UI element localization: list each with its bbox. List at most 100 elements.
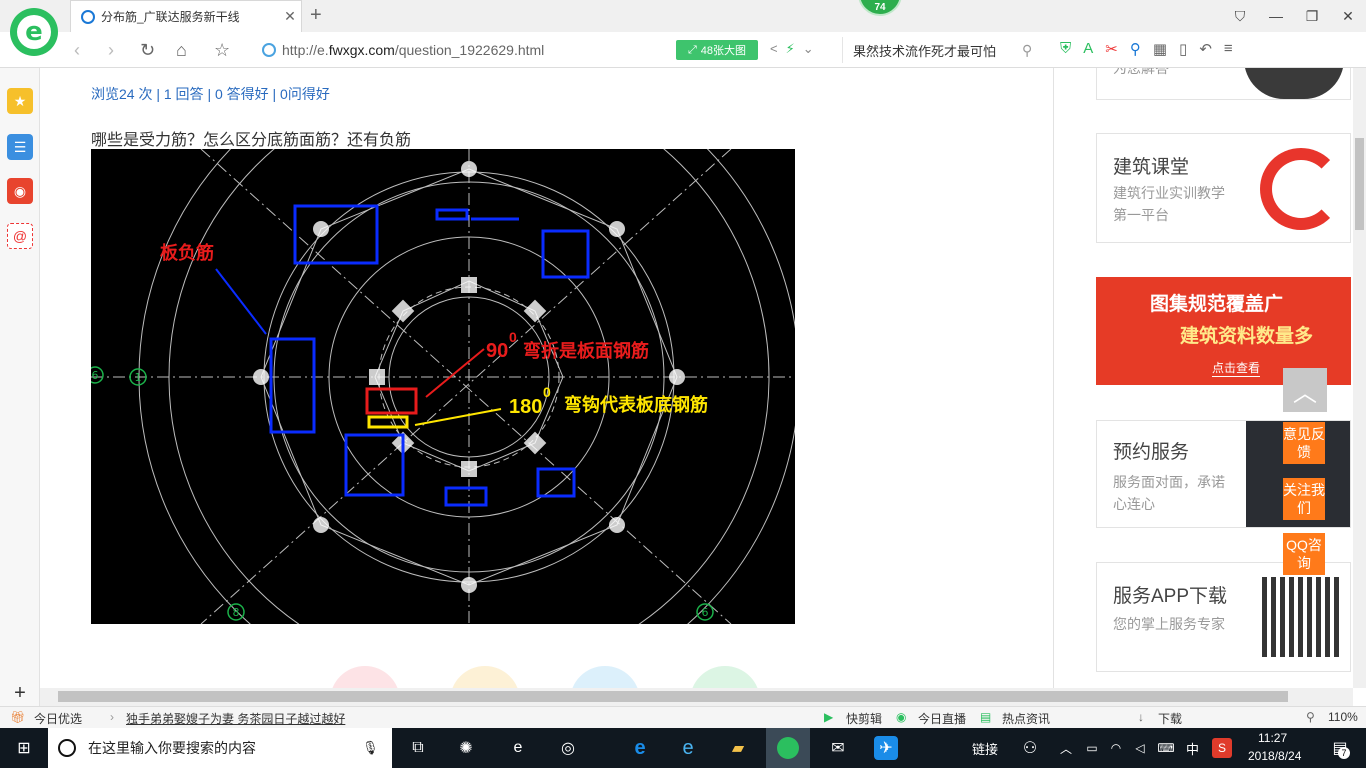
flight-app-icon[interactable]: ✈ <box>874 736 898 760</box>
share-circle-yellow[interactable] <box>450 666 520 688</box>
favorite-star-icon[interactable]: ☆ <box>214 40 230 61</box>
axis-label-1: 1 <box>135 371 142 384</box>
hot-news-link[interactable]: 热点资讯 <box>1002 710 1050 727</box>
chevron-down-icon[interactable]: ⌄ <box>803 41 814 57</box>
course-card[interactable]: 建筑课堂 建筑行业实训教学第一平台 <box>1096 133 1351 243</box>
horizontal-scrollbar[interactable] <box>40 688 1353 706</box>
taskbar-search[interactable]: 在这里输入你要搜索的内容 🎙︎ <box>48 728 392 768</box>
favorites-icon[interactable]: ★ <box>7 88 33 114</box>
vertical-scrollbar[interactable] <box>1353 68 1366 688</box>
menu-icon[interactable]: ≡ <box>1224 40 1233 58</box>
app-icon[interactable]: ◎ <box>556 736 580 760</box>
file-explorer-icon[interactable]: ▰ <box>726 736 750 760</box>
people-icon[interactable]: ⚇ <box>1018 736 1042 760</box>
label-90: 90 <box>486 340 508 362</box>
kuaijian-link[interactable]: 快剪辑 <box>846 710 882 727</box>
active-browser-icon[interactable] <box>766 728 810 768</box>
scroll-thumb[interactable] <box>58 691 1288 702</box>
feedback-button[interactable]: 意见反馈 <box>1283 422 1325 464</box>
news-headline-link[interactable]: 独手弟弟娶嫂子为妻 务茶园日子越过越好 <box>126 710 345 727</box>
back-to-top-button[interactable]: ︿ <box>1283 368 1327 412</box>
search-input[interactable]: 果然技术流作死才最可怕 <box>853 41 1022 60</box>
label-board-negative: 板负筋 <box>160 242 214 264</box>
share-circle-red[interactable] <box>330 666 400 688</box>
forward-icon[interactable]: › <box>108 40 114 61</box>
tray-chevron-icon[interactable]: ︿ <box>1054 736 1078 760</box>
undo-icon[interactable]: ↶ <box>1199 40 1212 58</box>
add-sidebar-button[interactable]: + <box>0 682 40 706</box>
question-stats[interactable]: 浏览24 次 | 1 回答 | 0 答得好 | 0问得好 <box>91 84 330 104</box>
volume-icon[interactable]: ◁ <box>1128 736 1152 760</box>
sogou-icon[interactable]: S <box>1212 738 1232 758</box>
browser-logo-icon[interactable]: e <box>10 8 58 56</box>
microphone-icon[interactable]: 🎙︎ <box>362 740 392 756</box>
translate-icon[interactable]: A <box>1083 40 1093 58</box>
task-view-icon[interactable]: ⧉ <box>406 736 430 760</box>
service-card-top[interactable]: 为您解答 <box>1096 68 1351 100</box>
news-arrow-icon: › <box>110 710 114 724</box>
links-label[interactable]: 链接 <box>972 739 998 758</box>
magnifier-icon[interactable]: ⚲ <box>1130 40 1141 58</box>
skin-icon[interactable]: ⛉ <box>1222 0 1258 32</box>
edge-icon[interactable]: e <box>628 736 652 760</box>
url-text: http://e.fwxgx.com/question_1922629.html <box>282 42 545 58</box>
big-image-button[interactable]: ⤢ 48张大图 <box>676 40 758 60</box>
clock-date[interactable]: 2018/8/24 <box>1248 749 1301 763</box>
share-icon[interactable]: < <box>770 41 778 57</box>
lightning-icon[interactable]: ⚡ <box>786 41 795 57</box>
scissors-icon[interactable]: ✂ <box>1105 40 1118 58</box>
banner-cta[interactable]: 点击查看 <box>1212 359 1261 377</box>
card-desc: 您的掌上服务专家 <box>1113 616 1225 632</box>
live-link[interactable]: 今日直播 <box>918 710 966 727</box>
follow-us-button[interactable]: 关注我们 <box>1283 478 1325 520</box>
email-icon[interactable]: @ <box>7 223 33 249</box>
windows-taskbar: ⊞ 在这里输入你要搜索的内容 🎙︎ ⧉ ✺ e ◎ e e ▰ ✉ ✈ 链接 ⚇… <box>0 728 1366 768</box>
clock-time[interactable]: 11:27 <box>1258 731 1287 745</box>
new-tab-button[interactable]: + <box>310 4 330 27</box>
ime-indicator[interactable]: 中 <box>1186 739 1199 758</box>
notification-badge[interactable]: 74 <box>858 0 902 16</box>
weibo-icon[interactable]: ◉ <box>7 178 33 204</box>
scroll-thumb[interactable] <box>1355 138 1364 230</box>
phone-icon[interactable]: ▯ <box>1179 40 1187 58</box>
taskbar-search-input[interactable]: 在这里输入你要搜索的内容 <box>88 738 362 758</box>
search-box[interactable]: 果然技术流作死才最可怕 ⚲ <box>842 37 1046 63</box>
back-icon[interactable]: ‹ <box>74 40 80 61</box>
windows-start-icon[interactable]: ⊞ <box>12 736 36 760</box>
pinwheel-icon[interactable]: ✺ <box>454 736 478 760</box>
shield-icon[interactable]: ⛨ <box>1060 40 1071 58</box>
card-title: 建筑课堂 <box>1113 157 1190 178</box>
ie-icon[interactable]: e <box>676 736 700 760</box>
axis-label-6: 6 <box>702 606 709 619</box>
browser-tab[interactable]: 分布筋_广联达服务新干线 ✕ <box>70 0 302 32</box>
download-link[interactable]: 下载 <box>1158 710 1182 727</box>
zoom-level[interactable]: 110% <box>1328 710 1358 724</box>
cad-drawing-svg: 1 8 6 6 板负筋 90 0 弯折是板面钢筋 180 0 弯钩代表板底钢筋 <box>86 68 800 688</box>
share-circle-green[interactable] <box>690 666 760 688</box>
close-window-button[interactable]: ✕ <box>1330 0 1366 32</box>
minimize-button[interactable]: — <box>1258 0 1294 32</box>
banner-title: 图集规范覆盖广 <box>1150 294 1284 315</box>
qq-consult-button[interactable]: QQ咨询 <box>1283 533 1325 575</box>
keyboard-icon[interactable]: ⌨ <box>1154 736 1178 760</box>
home-icon[interactable]: ⌂ <box>176 40 187 61</box>
today-picks-link[interactable]: 今日优选 <box>34 710 82 727</box>
share-circle-blue[interactable] <box>570 666 640 688</box>
live-icon: ◉ <box>896 710 907 724</box>
tab-close-button[interactable]: ✕ <box>279 8 301 25</box>
reading-list-icon[interactable]: ☰ <box>7 134 33 160</box>
mail-icon[interactable]: ✉ <box>826 736 850 760</box>
app-download-card[interactable]: 服务APP下载 您的掌上服务专家 <box>1096 562 1351 672</box>
maximize-button[interactable]: ❐ <box>1294 0 1330 32</box>
battery-icon[interactable]: ▭ <box>1080 736 1104 760</box>
card-desc: 服务面对面，承诺心连心 <box>1113 474 1225 512</box>
axis-label-8: 8 <box>233 606 240 619</box>
search-icon[interactable]: ⚲ <box>1022 42 1046 59</box>
apps-icon[interactable]: ▦ <box>1153 40 1167 58</box>
expand-icon: ⤢ <box>687 43 697 56</box>
site-favicon-icon <box>81 9 95 24</box>
gift-icon: 🎁︎ <box>10 710 26 724</box>
refresh-icon[interactable]: ↻ <box>140 40 155 61</box>
wifi-icon[interactable]: ◠ <box>1104 736 1128 760</box>
browser-e-icon[interactable]: e <box>506 736 530 760</box>
